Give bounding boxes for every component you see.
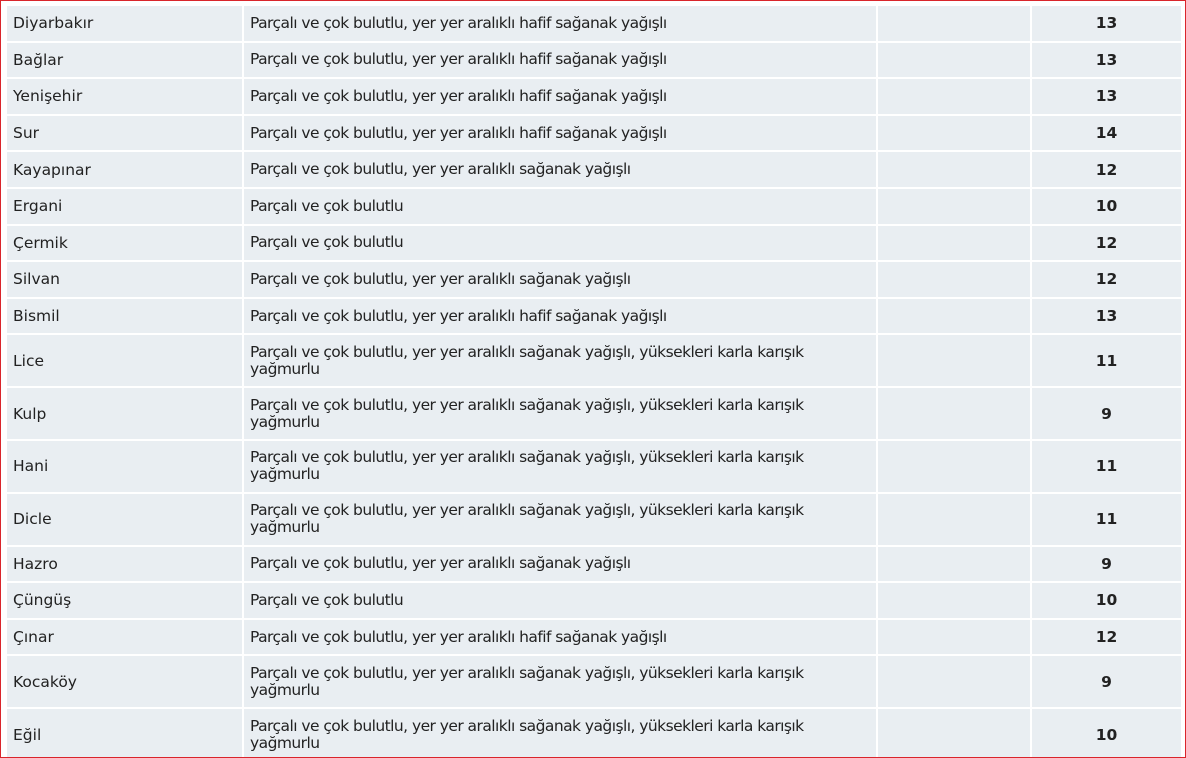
temperature-value: 10 [1032,583,1181,618]
empty-cell [878,42,1030,78]
table-row: Dicle Parçalı ve çok bulutlu, yer yer ar… [7,493,1181,545]
table-row: Kayapınar Parçalı ve çok bulutlu, yer ye… [7,152,1181,187]
district-name: Kocaköy [7,656,242,708]
table-row: Çınar Parçalı ve çok bulutlu, yer yer ar… [7,619,1181,655]
district-name: Hani [7,440,242,492]
weather-description: Parçalı ve çok bulutlu, yer yer aralıklı… [244,6,876,41]
district-name: Dicle [7,493,242,545]
temperature-value: 13 [1032,6,1181,41]
empty-cell [878,335,1030,387]
table-row: Kulp Parçalı ve çok bulutlu, yer yer ara… [7,388,1181,439]
empty-cell [878,6,1030,41]
empty-cell [878,388,1030,439]
temperature-value: 9 [1032,388,1181,439]
empty-cell [878,188,1030,224]
weather-description: Parçalı ve çok bulutlu, yer yer aralıklı… [244,546,876,582]
empty-cell [878,619,1030,655]
weather-description: Parçalı ve çok bulutlu, yer yer aralıklı… [244,619,876,655]
district-name: Diyarbakır [7,6,242,41]
weather-description: Parçalı ve çok bulutlu, yer yer aralıklı… [244,440,876,492]
empty-cell [878,583,1030,618]
temperature-value: 12 [1032,619,1181,655]
table-row: Çüngüş Parçalı ve çok bulutlu 10 [7,583,1181,618]
empty-cell [878,152,1030,187]
temperature-value: 10 [1032,188,1181,224]
empty-cell [878,656,1030,708]
temperature-value: 9 [1032,656,1181,708]
district-name: Ergani [7,188,242,224]
empty-cell [878,298,1030,334]
table-row: Kocaköy Parçalı ve çok bulutlu, yer yer … [7,656,1181,708]
temperature-value: 9 [1032,546,1181,582]
empty-cell [878,440,1030,492]
weather-description: Parçalı ve çok bulutlu, yer yer aralıklı… [244,335,876,387]
table-row: Bağlar Parçalı ve çok bulutlu, yer yer a… [7,42,1181,78]
temperature-value: 14 [1032,115,1181,151]
table-row: Silvan Parçalı ve çok bulutlu, yer yer a… [7,262,1181,297]
weather-description: Parçalı ve çok bulutlu [244,225,876,261]
table-row: Diyarbakır Parçalı ve çok bulutlu, yer y… [7,6,1181,41]
district-name: Bağlar [7,42,242,78]
weather-description: Parçalı ve çok bulutlu, yer yer aralıklı… [244,388,876,439]
weather-description: Parçalı ve çok bulutlu, yer yer aralıklı… [244,262,876,297]
district-name: Çınar [7,619,242,655]
temperature-value: 13 [1032,42,1181,78]
weather-description: Parçalı ve çok bulutlu, yer yer aralıklı… [244,79,876,114]
temperature-value: 11 [1032,440,1181,492]
temperature-value: 11 [1032,493,1181,545]
weather-description: Parçalı ve çok bulutlu, yer yer aralıklı… [244,298,876,334]
table-row: Lice Parçalı ve çok bulutlu, yer yer ara… [7,335,1181,387]
weather-description: Parçalı ve çok bulutlu, yer yer aralıklı… [244,42,876,78]
empty-cell [878,709,1030,757]
district-name: Bismil [7,298,242,334]
weather-description: Parçalı ve çok bulutlu [244,583,876,618]
table-row: Yenişehir Parçalı ve çok bulutlu, yer ye… [7,79,1181,114]
empty-cell [878,493,1030,545]
temperature-value: 12 [1032,152,1181,187]
table-row: Hani Parçalı ve çok bulutlu, yer yer ara… [7,440,1181,492]
empty-cell [878,546,1030,582]
temperature-value: 12 [1032,262,1181,297]
empty-cell [878,79,1030,114]
table-row: Hazro Parçalı ve çok bulutlu, yer yer ar… [7,546,1181,582]
district-name: Hazro [7,546,242,582]
district-forecast-table: Diyarbakır Parçalı ve çok bulutlu, yer y… [5,4,1183,757]
district-name: Çermik [7,225,242,261]
district-name: Sur [7,115,242,151]
weather-description: Parçalı ve çok bulutlu, yer yer aralıklı… [244,152,876,187]
empty-cell [878,115,1030,151]
weather-description: Parçalı ve çok bulutlu [244,188,876,224]
temperature-value: 11 [1032,335,1181,387]
table-row: Ergani Parçalı ve çok bulutlu 10 [7,188,1181,224]
empty-cell [878,225,1030,261]
table-row: Sur Parçalı ve çok bulutlu, yer yer aral… [7,115,1181,151]
weather-description: Parçalı ve çok bulutlu, yer yer aralıklı… [244,709,876,757]
district-name: Lice [7,335,242,387]
table-row: Eğil Parçalı ve çok bulutlu, yer yer ara… [7,709,1181,757]
weather-description: Parçalı ve çok bulutlu, yer yer aralıklı… [244,115,876,151]
district-name: Kulp [7,388,242,439]
district-name: Silvan [7,262,242,297]
table-row: Bismil Parçalı ve çok bulutlu, yer yer a… [7,298,1181,334]
forecast-table-frame: Diyarbakır Parçalı ve çok bulutlu, yer y… [0,0,1186,758]
table-row: Çermik Parçalı ve çok bulutlu 12 [7,225,1181,261]
district-name: Kayapınar [7,152,242,187]
empty-cell [878,262,1030,297]
district-name: Çüngüş [7,583,242,618]
weather-description: Parçalı ve çok bulutlu, yer yer aralıklı… [244,656,876,708]
district-name: Eğil [7,709,242,757]
district-name: Yenişehir [7,79,242,114]
temperature-value: 10 [1032,709,1181,757]
temperature-value: 13 [1032,298,1181,334]
temperature-value: 12 [1032,225,1181,261]
temperature-value: 13 [1032,79,1181,114]
weather-description: Parçalı ve çok bulutlu, yer yer aralıklı… [244,493,876,545]
